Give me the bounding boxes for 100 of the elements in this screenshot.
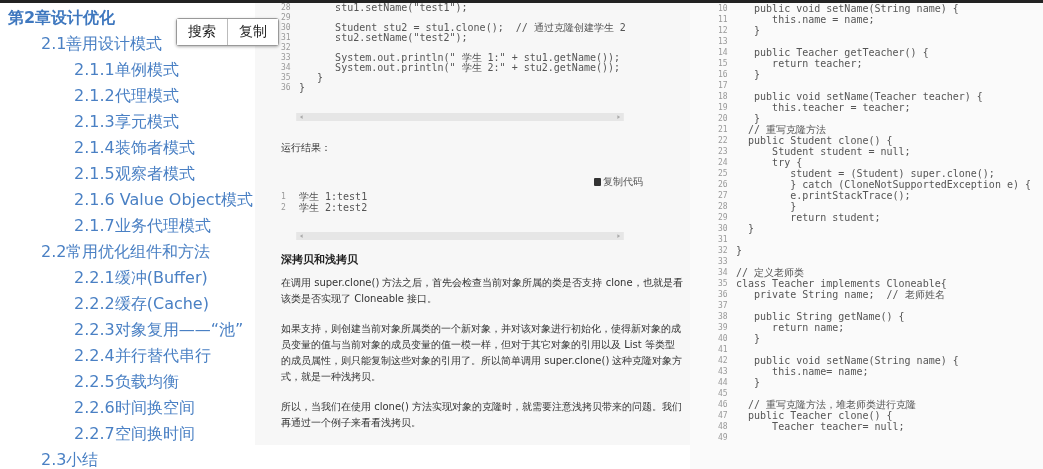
result-label: 运行结果： xyxy=(281,140,332,155)
line-number: 2 xyxy=(281,203,286,213)
line-number: 45 xyxy=(718,389,728,398)
code-line: // 重写克隆方法 xyxy=(747,124,827,135)
code-line: // 重写克隆方法，堆老师类进行克隆 xyxy=(747,399,917,410)
code-line: public Teacher clone() { xyxy=(747,410,893,421)
code-line: } xyxy=(789,201,797,212)
line-number: 33 xyxy=(281,53,291,62)
line-number: 23 xyxy=(718,147,728,156)
line-number: 35 xyxy=(718,279,728,288)
code-line: return name; xyxy=(772,322,845,333)
toc-subsection[interactable]: 2.1.4装饰者模式 xyxy=(74,135,195,161)
toc-subsection[interactable]: 2.1.6 Value Object模式 xyxy=(74,187,253,213)
line-number: 32 xyxy=(281,43,291,52)
line-number: 29 xyxy=(281,13,291,22)
line-number: 31 xyxy=(281,33,291,42)
clipboard-icon xyxy=(594,177,601,186)
copy-code-link[interactable]: 复制代码 xyxy=(594,174,643,189)
code-line: public void setName(String name) { xyxy=(753,355,959,366)
code-line: stu1.setName("test1"); xyxy=(334,3,468,13)
code-line: public Teacher getTeacher() { xyxy=(753,47,929,58)
code-line: public void setName(String name) { xyxy=(753,3,959,14)
code-line: } xyxy=(747,223,755,234)
code-line: public String getName() { xyxy=(753,311,905,322)
code-line: return teacher; xyxy=(772,58,863,69)
code-line: 学生 2:test2 xyxy=(299,202,368,214)
toc-subsection[interactable]: 2.1.1单例模式 xyxy=(74,57,179,83)
popup-button[interactable]: 复制 xyxy=(227,19,278,45)
code-line: student = (Student) super.clone(); xyxy=(789,168,995,179)
line-number: 37 xyxy=(718,301,728,310)
code-line: class Teacher implements Cloneable{ xyxy=(736,278,947,289)
code-line: System.out.println(" 学生 1:" + stu1.getName()); xyxy=(334,53,621,63)
line-number: 35 xyxy=(281,73,291,82)
line-number: 39 xyxy=(718,323,728,332)
toc-subsection[interactable]: 2.2.7空间换时间 xyxy=(74,421,195,447)
toc-subsection[interactable]: 2.2.1缓冲(Buffer) xyxy=(74,265,208,291)
code-line: public Student clone() { xyxy=(747,135,893,146)
code-line: this.name = name; xyxy=(772,14,875,25)
line-number: 47 xyxy=(718,411,728,420)
code-line: this.name= name; xyxy=(772,366,869,377)
line-number: 25 xyxy=(718,169,728,178)
line-number: 26 xyxy=(718,180,728,189)
toc-subsection[interactable]: 2.1.3享元模式 xyxy=(74,109,179,135)
code-line: } xyxy=(753,69,761,80)
line-number: 36 xyxy=(718,290,728,299)
toc-subsection[interactable]: 2.2.6时间换空间 xyxy=(74,395,195,421)
line-number: 19 xyxy=(718,103,728,112)
popup-button[interactable]: 搜索 xyxy=(177,19,227,45)
line-number: 42 xyxy=(718,356,728,365)
code-line: } xyxy=(753,25,761,36)
toc-chapter[interactable]: 第2章设计优化 xyxy=(8,5,116,31)
code-line: // 定义老师类 xyxy=(736,267,805,278)
code-line: 学生 1:test1 xyxy=(299,191,368,203)
paragraph: 在调用 super.clone() 方法之后，首先会检查当前对象所属的类是否支持 clone，也就是看该类是否实现了 Cloneable 接口。 xyxy=(281,276,683,306)
line-number: 36 xyxy=(281,83,291,92)
code-line: } catch (CloneNotSupportedException e) { xyxy=(789,179,1031,190)
line-number: 40 xyxy=(718,334,728,343)
paragraph: 所以，当我们在使用 clone() 方法实现对象的克隆时，就需要注意浅拷贝带来的问题。我们再通过一个例子来看看浅拷贝。 xyxy=(281,400,683,430)
line-number: 43 xyxy=(718,367,728,376)
line-number: 30 xyxy=(718,224,728,233)
toc-subsection[interactable]: 2.1.2代理模式 xyxy=(74,83,179,109)
line-number: 29 xyxy=(718,213,728,222)
code-line: } xyxy=(299,83,306,93)
line-number: 18 xyxy=(718,92,728,101)
code-line: try { xyxy=(771,157,803,168)
toc-subsection[interactable]: 2.2.2缓存(Cache) xyxy=(74,291,209,317)
line-number: 11 xyxy=(718,15,728,24)
code-line: } xyxy=(316,73,324,83)
toc-section[interactable]: 2.2常用优化组件和方法 xyxy=(41,239,211,265)
line-number: 28 xyxy=(718,202,728,211)
section-heading: 深拷贝和浅拷贝 xyxy=(281,253,359,267)
code-line: Teacher teacher= null; xyxy=(772,421,905,432)
code-line: } xyxy=(753,113,761,124)
code-line: } xyxy=(753,377,761,388)
line-number: 24 xyxy=(718,158,728,167)
line-number: 31 xyxy=(718,235,728,244)
line-number: 16 xyxy=(718,70,728,79)
toc-subsection[interactable]: 2.1.7业务代理模式 xyxy=(74,213,211,239)
toc-subsection[interactable]: 2.2.5负载均衡 xyxy=(74,369,179,395)
toc-subsection[interactable]: 2.1.5观察者模式 xyxy=(74,161,195,187)
toc-subsection[interactable]: 2.2.4并行替代串行 xyxy=(74,343,211,369)
line-number: 10 xyxy=(718,4,728,13)
line-number: 13 xyxy=(718,37,728,46)
line-number: 49 xyxy=(718,433,728,442)
line-number: 14 xyxy=(718,48,728,57)
line-number: 1 xyxy=(281,192,286,202)
toc-section[interactable]: 2.3小结 xyxy=(41,447,99,469)
line-number: 34 xyxy=(718,268,728,277)
line-number: 33 xyxy=(718,257,728,266)
code-line: this.teacher = teacher; xyxy=(772,102,911,113)
code-line: return student; xyxy=(789,212,881,223)
line-number: 32 xyxy=(718,246,728,255)
line-number: 46 xyxy=(718,400,728,409)
line-number: 48 xyxy=(718,422,728,431)
toc-subsection[interactable]: 2.2.3对象复用——“池” xyxy=(74,317,244,343)
code-line: stu2.setName("test2"); xyxy=(334,33,468,43)
line-number: 28 xyxy=(281,3,291,12)
line-number: 30 xyxy=(281,23,291,32)
toc-section[interactable]: 2.1善用设计模式 xyxy=(41,31,163,57)
line-number: 27 xyxy=(718,191,728,200)
